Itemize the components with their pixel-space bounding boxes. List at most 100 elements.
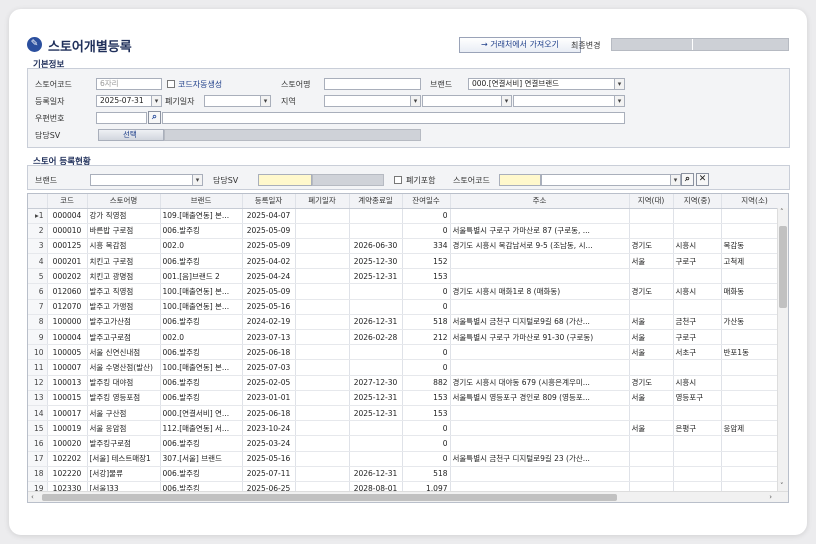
table-cell[interactable] xyxy=(295,268,350,285)
table-row[interactable]: ▸1 000004 강가 직영점 109.[매출연동] 본... 2025-04-07 0 xyxy=(28,208,788,224)
table-cell[interactable]: 경기도 시흥시 목감남서로 9-5 (조남동, 시... xyxy=(450,238,630,255)
table-row[interactable]: 12 100013 발주킹 대야점 006.발주킹 2025-02-05 2027-12-… xyxy=(28,375,788,391)
import-from-client-button[interactable]: → 거래처에서 가져오기 xyxy=(459,37,581,53)
table-cell[interactable]: 0 xyxy=(402,435,451,452)
table-cell[interactable] xyxy=(349,344,403,361)
table-cell[interactable]: 153 xyxy=(402,268,451,285)
table-cell[interactable]: 9 xyxy=(28,329,48,346)
table-cell[interactable]: 서울특별시 영등포구 경인로 809 (영등포... xyxy=(450,390,630,406)
table-cell[interactable]: 012060 xyxy=(47,283,88,300)
table-cell[interactable] xyxy=(673,268,722,285)
column-header[interactable]: 브랜드 xyxy=(160,194,243,209)
region-large-select[interactable] xyxy=(324,95,421,107)
horizontal-scroll-thumb[interactable] xyxy=(42,494,617,501)
table-cell[interactable]: 002.0 xyxy=(160,329,243,346)
table-cell[interactable]: 100.[매출연동] 본... xyxy=(160,359,243,376)
table-cell[interactable]: 006.발주킹 xyxy=(160,344,243,361)
table-row[interactable]: 7 012070 발주고 가맹점 100.[매출연동] 본... 2025-05-16 0 xyxy=(28,299,788,315)
table-cell[interactable]: 006.발주킹 xyxy=(160,223,243,239)
table-cell[interactable]: 15 xyxy=(28,420,48,437)
scroll-right-icon[interactable]: › xyxy=(769,493,772,502)
table-row[interactable]: 11 100007 서울 수명산점(발산) 100.[매출연동] 본... 2025-0… xyxy=(28,359,788,376)
table-cell[interactable]: 100019 xyxy=(47,420,88,437)
table-cell[interactable]: 100007 xyxy=(47,359,88,376)
table-cell[interactable] xyxy=(349,299,403,315)
table-cell[interactable] xyxy=(349,359,403,376)
table-cell[interactable]: 2026-12-31 xyxy=(349,314,403,331)
table-cell[interactable]: 서울 xyxy=(629,253,674,270)
table-cell[interactable]: 서울 수명산점(발산) xyxy=(87,359,161,376)
table-cell[interactable]: 경기도 xyxy=(629,375,674,391)
table-cell[interactable]: 발주킹구로점 xyxy=(87,435,161,452)
table-cell[interactable] xyxy=(673,435,722,452)
table-cell[interactable] xyxy=(629,405,674,422)
table-cell[interactable] xyxy=(295,314,350,331)
table-cell[interactable] xyxy=(629,268,674,285)
table-cell[interactable]: 0 xyxy=(402,223,451,239)
filter-sv-input[interactable] xyxy=(258,174,312,186)
column-header[interactable] xyxy=(28,194,48,209)
table-cell[interactable] xyxy=(295,420,350,437)
table-cell[interactable]: 16 xyxy=(28,435,48,452)
table-cell[interactable]: 006.발주킹 xyxy=(160,390,243,406)
table-cell[interactable] xyxy=(295,283,350,300)
table-cell[interactable]: 2025-04-07 xyxy=(242,208,296,224)
table-cell[interactable]: 102220 xyxy=(47,466,88,482)
table-cell[interactable]: 치킨고 광명점 xyxy=(87,268,161,285)
table-cell[interactable]: 0 xyxy=(402,283,451,300)
table-cell[interactable] xyxy=(629,299,674,315)
table-cell[interactable] xyxy=(295,466,350,482)
table-cell[interactable] xyxy=(629,208,674,224)
table-row[interactable]: 5 000202 치킨고 광명점 001.[음]브랜드 2 2025-04-24 2025… xyxy=(28,268,788,285)
table-row[interactable]: 2 000010 바른밥 구로점 006.발주킹 2025-05-09 0 서울특별시 구로… xyxy=(28,223,788,239)
table-cell[interactable]: 경기도 xyxy=(629,283,674,300)
table-cell[interactable] xyxy=(295,451,350,467)
table-cell[interactable]: 발주고 가맹점 xyxy=(87,299,161,315)
table-row[interactable]: 17 102202 [서울] 테스트매장1 307.[서울] 브랜드 2025-05-1… xyxy=(28,451,788,467)
table-row[interactable]: 15 100019 서울 응암점 112.[매출연동] 서... 2023-10-24 0… xyxy=(28,420,788,437)
table-cell[interactable]: 006.발주킹 xyxy=(160,466,243,482)
column-header[interactable]: 폐기일자 xyxy=(295,194,350,209)
table-cell[interactable]: 0 xyxy=(402,420,451,437)
table-cell[interactable] xyxy=(295,223,350,239)
table-cell[interactable]: 882 xyxy=(402,375,451,391)
table-cell[interactable] xyxy=(629,223,674,239)
table-cell[interactable]: 2025-12-31 xyxy=(349,405,403,422)
table-cell[interactable]: 11 xyxy=(28,359,48,376)
table-cell[interactable]: 서울 xyxy=(629,390,674,406)
table-cell[interactable]: 2025-05-16 xyxy=(242,299,296,315)
table-cell[interactable]: 518 xyxy=(402,466,451,482)
table-cell[interactable] xyxy=(295,405,350,422)
table-cell[interactable] xyxy=(450,405,630,422)
table-cell[interactable] xyxy=(450,208,630,224)
table-cell[interactable]: 100017 xyxy=(47,405,88,422)
search-icon[interactable]: ⌕ xyxy=(148,111,161,124)
table-row[interactable]: 18 102220 [서강]물류 006.발주킹 2025-07-11 2026-12-3… xyxy=(28,466,788,482)
table-cell[interactable]: 2025-02-05 xyxy=(242,375,296,391)
table-cell[interactable]: 2025-06-18 xyxy=(242,344,296,361)
table-cell[interactable]: 2023-07-13 xyxy=(242,329,296,346)
table-row[interactable]: 4 000201 치킨고 구로점 006.발주킹 2025-04-02 2025-12-3… xyxy=(28,253,788,270)
table-row[interactable]: 8 100000 발주고가산점 006.발주킹 2024-02-19 2026-12-31… xyxy=(28,314,788,331)
table-cell[interactable] xyxy=(450,359,630,376)
table-cell[interactable] xyxy=(349,420,403,437)
table-cell[interactable]: 발주고구로점 xyxy=(87,329,161,346)
store-code-input[interactable]: 6자리 xyxy=(96,78,162,90)
table-cell[interactable] xyxy=(349,208,403,224)
table-cell[interactable] xyxy=(629,359,674,376)
table-cell[interactable] xyxy=(295,299,350,315)
table-cell[interactable]: 2025-04-02 xyxy=(242,253,296,270)
table-cell[interactable]: 강가 직영점 xyxy=(87,208,161,224)
table-cell[interactable]: 100015 xyxy=(47,390,88,406)
table-cell[interactable]: 152 xyxy=(402,253,451,270)
table-cell[interactable]: 2025-12-30 xyxy=(349,253,403,270)
table-cell[interactable] xyxy=(673,299,722,315)
table-cell[interactable]: 서울 신연신내점 xyxy=(87,344,161,361)
table-cell[interactable]: 100.[매출연동] 본... xyxy=(160,299,243,315)
table-cell[interactable]: 100000 xyxy=(47,314,88,331)
table-cell[interactable]: 은평구 xyxy=(673,420,722,437)
table-cell[interactable]: 0 xyxy=(402,208,451,224)
table-cell[interactable]: 153 xyxy=(402,405,451,422)
table-cell[interactable] xyxy=(295,208,350,224)
table-cell[interactable]: 000004 xyxy=(47,208,88,224)
